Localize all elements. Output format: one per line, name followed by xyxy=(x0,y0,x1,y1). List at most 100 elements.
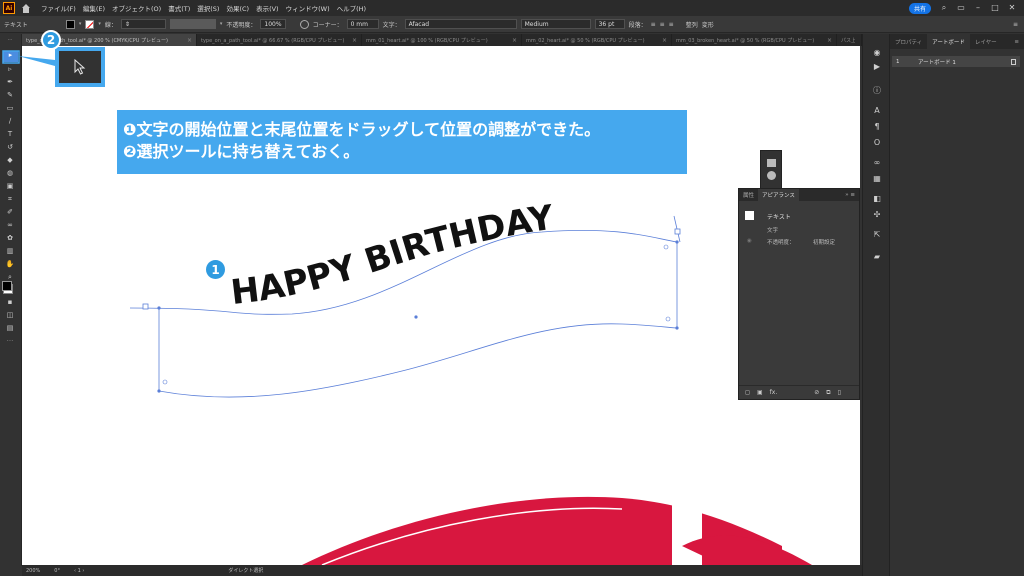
share-button[interactable]: 共有 xyxy=(908,2,931,14)
character-icon[interactable]: A xyxy=(872,106,882,115)
menu-effect[interactable]: 効果(C) xyxy=(226,3,249,13)
clear-appearance-icon[interactable]: ⊘ xyxy=(814,389,819,396)
tab-artboards[interactable]: アートボード xyxy=(927,34,970,49)
add-fill-icon[interactable]: ▣ xyxy=(757,389,763,396)
font-family-field[interactable]: Afacad xyxy=(404,19,517,29)
panel-icon[interactable] xyxy=(766,171,776,180)
color-mode-icon[interactable]: ▪ xyxy=(5,298,15,306)
align-center-icon[interactable]: ≡ xyxy=(660,21,665,28)
symbols-icon[interactable]: ✣ xyxy=(872,210,882,219)
blend-tool-icon[interactable]: ∞ xyxy=(5,221,15,229)
panel-menu-icon[interactable]: ≡ xyxy=(1013,21,1018,28)
align-right-icon[interactable]: ≡ xyxy=(669,21,674,28)
brush-tool-icon[interactable]: ∕ xyxy=(5,117,15,125)
rectangle-tool-icon[interactable]: ▭ xyxy=(5,104,15,112)
tab-appearance[interactable]: アピアランス xyxy=(758,189,799,201)
close-icon[interactable]: × xyxy=(187,37,192,44)
warp-label[interactable]: 変形 xyxy=(702,20,714,29)
workspace-icon[interactable]: ▭ xyxy=(957,4,965,12)
panel-menu-icon[interactable]: ≡ xyxy=(1009,34,1024,49)
zoom-tool-icon[interactable]: ⌕ xyxy=(5,273,15,281)
play-icon[interactable]: ▶ xyxy=(872,62,882,71)
tab-properties[interactable]: プロパティ xyxy=(890,34,927,49)
tab-document-6[interactable]: パス上文字ツール.ai* @ 200 % (RGB/CPU プレビュー) xyxy=(837,34,862,46)
swatch-icon[interactable]: ▦ xyxy=(872,174,882,183)
tab-layers[interactable]: レイヤー xyxy=(970,34,1002,49)
delete-icon[interactable]: ▯ xyxy=(838,389,841,396)
warp-tool-icon[interactable]: ◍ xyxy=(5,169,15,177)
stroke-swatch[interactable] xyxy=(85,19,95,29)
pencil-tool-icon[interactable]: ✎ xyxy=(5,91,15,99)
opacity-field[interactable]: 100% xyxy=(260,19,286,29)
rotation-value[interactable]: 0° xyxy=(54,568,60,574)
visibility-eye-icon[interactable]: ◉ xyxy=(747,238,752,244)
tab-document-3[interactable]: mm_01_heart.ai* @ 100 % (RGB/CPU プレビュー) × xyxy=(362,34,522,46)
stroke-color-icon[interactable] xyxy=(2,281,12,291)
font-size-field[interactable]: 36 pt xyxy=(594,19,625,29)
comments-icon[interactable]: ▰ xyxy=(872,252,882,261)
tab-attributes[interactable]: 属性 xyxy=(739,189,758,201)
eyedropper-tool-icon[interactable]: ✐ xyxy=(5,208,15,216)
menu-help[interactable]: ヘルプ(H) xyxy=(337,3,366,13)
info-icon[interactable]: ⓘ xyxy=(872,86,882,95)
panel-menu-icon[interactable]: » ≡ xyxy=(845,192,859,198)
more-tools-icon[interactable]: ··· xyxy=(5,337,15,345)
menu-object[interactable]: オブジェクト(O) xyxy=(112,3,161,13)
tab-document-4[interactable]: mm_02_heart.ai* @ 50 % (RGB/CPU プレビュー) × xyxy=(522,34,672,46)
fx-button[interactable]: fx. xyxy=(770,389,778,396)
graph-tool-icon[interactable]: ▥ xyxy=(5,247,15,255)
paragraph-icon[interactable]: ¶ xyxy=(872,122,882,131)
gradient-tool-icon[interactable]: ▣ xyxy=(5,182,15,190)
chevron-down-icon[interactable]: ▾ xyxy=(220,21,223,27)
minimize-icon[interactable]: – xyxy=(974,4,982,12)
export-icon[interactable]: ⇱ xyxy=(872,230,882,239)
mesh-tool-icon[interactable]: ⌗ xyxy=(5,195,15,203)
menu-edit[interactable]: 編集(E) xyxy=(83,3,105,13)
color-guide-icon[interactable]: ◧ xyxy=(872,194,882,203)
panel-icon[interactable] xyxy=(766,159,776,167)
canvas[interactable]: HAPPY BIRTHDAY ❶文字の開始位置と末尾位置をドラッグして位置の調整… xyxy=(22,46,860,565)
stroke-weight-field[interactable]: ⇕ xyxy=(120,19,166,29)
hand-tool-icon[interactable]: ✋ xyxy=(5,260,15,268)
corner-field[interactable]: 0 mm xyxy=(346,19,379,29)
menu-select[interactable]: 選択(S) xyxy=(197,3,219,13)
menu-type[interactable]: 書式(T) xyxy=(168,3,190,13)
close-icon[interactable]: × xyxy=(512,37,517,44)
start-bracket-handle[interactable] xyxy=(142,303,149,310)
draw-mode-icon[interactable]: ◫ xyxy=(5,311,15,319)
close-icon[interactable]: × xyxy=(352,37,357,44)
recolor-icon[interactable] xyxy=(299,19,309,29)
close-icon[interactable]: × xyxy=(662,37,667,44)
search-icon[interactable]: ⌕ xyxy=(940,4,948,12)
path-text[interactable]: HAPPY BIRTHDAY xyxy=(229,198,557,313)
duplicate-item-icon[interactable]: ⧉ xyxy=(826,389,830,397)
end-bracket-handle[interactable] xyxy=(674,228,681,235)
opentype-icon[interactable]: O xyxy=(872,138,882,147)
menu-window[interactable]: ウィンドウ(W) xyxy=(286,3,330,13)
close-icon[interactable]: × xyxy=(827,37,832,44)
appearance-char-row[interactable]: 文字 xyxy=(767,226,778,234)
chevron-down-icon[interactable]: ▾ xyxy=(98,21,101,27)
eraser-tool-icon[interactable]: ◆ xyxy=(5,156,15,164)
chevron-down-icon[interactable]: ▾ xyxy=(79,21,82,27)
properties-icon[interactable]: ◉ xyxy=(872,48,882,57)
align-left-icon[interactable]: ≡ xyxy=(651,21,656,28)
align-label[interactable]: 整列 xyxy=(686,20,698,29)
menu-view[interactable]: 表示(V) xyxy=(256,3,279,13)
zoom-level[interactable]: 200% xyxy=(26,568,40,574)
close-icon[interactable]: ✕ xyxy=(1008,4,1016,12)
maximize-icon[interactable]: □ xyxy=(991,4,999,12)
font-style-field[interactable]: Medium xyxy=(520,19,591,29)
appearance-opacity-value[interactable]: 初期設定 xyxy=(813,238,835,246)
type-tool-icon[interactable]: T xyxy=(5,130,15,138)
appearance-opacity-label[interactable]: 不透明度： xyxy=(767,238,795,246)
artboard-options-icon[interactable] xyxy=(1011,58,1016,65)
variable-width-field[interactable] xyxy=(169,19,216,29)
artboard-nav[interactable]: ‹ 1 › xyxy=(74,568,84,574)
symbol-tool-icon[interactable]: ✿ xyxy=(5,234,15,242)
links-icon[interactable]: ∞ xyxy=(872,158,882,167)
tab-document-2[interactable]: type_on_a_path_tool.ai* @ 66.67 % (RGB/C… xyxy=(197,34,362,46)
artboard-row[interactable]: 1 アートボード 1 xyxy=(892,56,1020,67)
tab-document-5[interactable]: mm_03_broken_heart.ai* @ 50 % (RGB/CPU プ… xyxy=(672,34,837,46)
add-stroke-icon[interactable]: ◻ xyxy=(745,389,750,396)
